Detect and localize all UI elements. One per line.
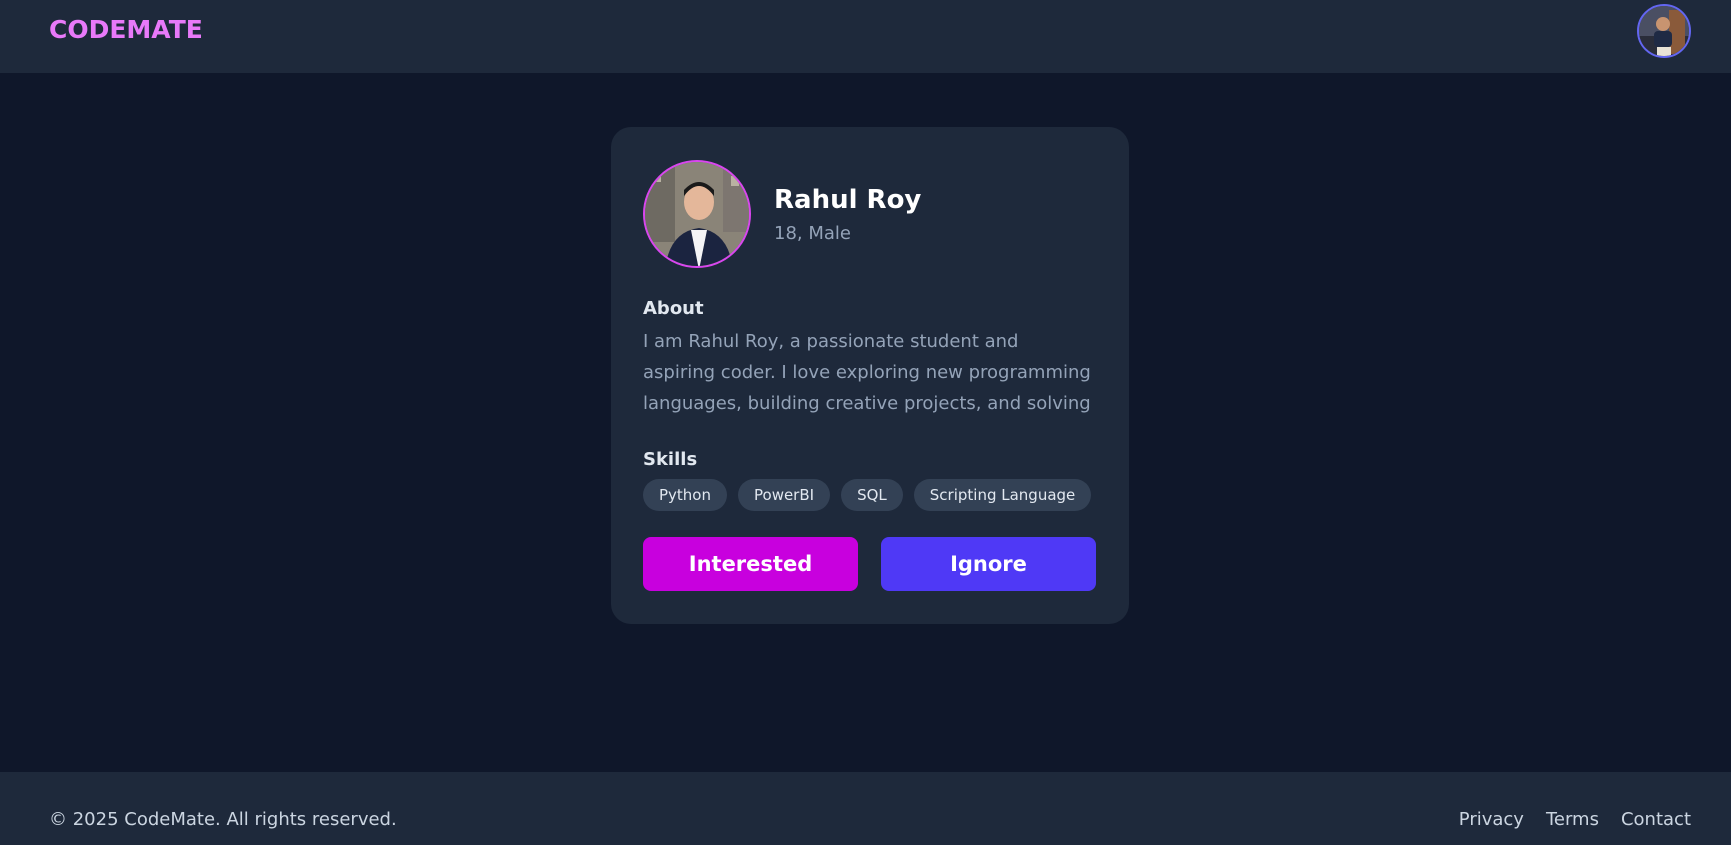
footer-link-terms[interactable]: Terms <box>1546 809 1599 830</box>
footer-links: Privacy Terms Contact <box>1459 809 1691 830</box>
profile-card: Rahul Roy 18, Male About I am Rahul Roy,… <box>611 127 1129 624</box>
navbar: CODEMATE <box>0 0 1731 73</box>
about-heading: About <box>643 298 704 319</box>
skill-chip: Scripting Language <box>913 479 1092 511</box>
footer-link-privacy[interactable]: Privacy <box>1459 809 1524 830</box>
ignore-button[interactable]: Ignore <box>881 537 1096 591</box>
interested-button[interactable]: Interested <box>643 537 858 591</box>
footer-link-contact[interactable]: Contact <box>1621 809 1691 830</box>
user-avatar-icon[interactable] <box>1637 4 1691 58</box>
skills-heading: Skills <box>643 449 698 470</box>
footer: © 2025 CodeMate. All rights reserved. Pr… <box>0 772 1731 845</box>
skill-chip: SQL <box>841 479 903 511</box>
brand-logo[interactable]: CODEMATE <box>49 15 203 44</box>
copyright-text: © 2025 CodeMate. All rights reserved. <box>49 809 397 830</box>
profile-name: Rahul Roy <box>774 185 922 215</box>
profile-photo-icon <box>643 160 751 268</box>
skill-chip: Python <box>643 479 727 511</box>
skills-list: Python PowerBI SQL Scripting Language <box>643 479 1092 511</box>
profile-photo-image <box>645 162 749 266</box>
avatar-image <box>1639 6 1689 56</box>
profile-age-gender: 18, Male <box>774 223 851 244</box>
about-text: I am Rahul Roy, a passionate student and… <box>643 331 1091 414</box>
skill-chip: PowerBI <box>738 479 831 511</box>
